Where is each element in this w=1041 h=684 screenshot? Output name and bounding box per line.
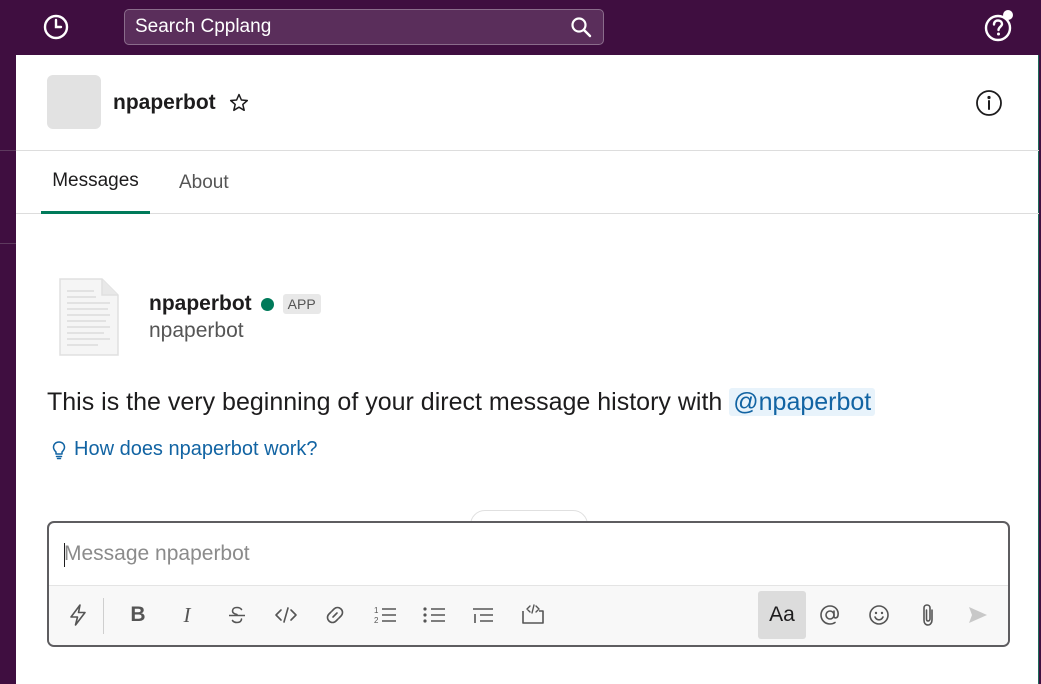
tab-about[interactable]: About	[179, 151, 229, 214]
bulleted-list-icon	[423, 607, 445, 623]
bot-name-row: npaperbot APP	[149, 292, 321, 316]
notification-dot	[1003, 10, 1013, 20]
bot-name[interactable]: npaperbot	[149, 292, 252, 316]
link-icon	[326, 606, 344, 624]
channel-name[interactable]: npaperbot	[113, 91, 216, 115]
italic-icon: I	[183, 602, 191, 627]
bulleted-list-button[interactable]	[411, 591, 457, 639]
sidebar-divider	[0, 243, 16, 244]
sidebar-divider	[0, 150, 16, 151]
history-icon	[43, 14, 69, 40]
block-quote-icon	[473, 608, 493, 623]
code-block-icon	[522, 604, 544, 624]
mention-icon	[820, 605, 839, 625]
conversation-panel: npaperbot Messages About npaperbot APP n…	[16, 55, 1039, 684]
app-badge: APP	[282, 294, 321, 314]
svg-text:2: 2	[374, 616, 379, 625]
send-button[interactable]	[955, 591, 1001, 639]
channel-header: npaperbot	[16, 55, 1039, 151]
bold-icon: B	[130, 603, 146, 626]
help-button[interactable]	[980, 10, 1016, 44]
search-bar[interactable]: Search Cpplang	[124, 9, 604, 45]
bot-handle: npaperbot	[149, 319, 244, 342]
presence-indicator	[260, 297, 274, 311]
code-button[interactable]	[263, 591, 309, 639]
emoji-icon	[869, 605, 889, 625]
link-button[interactable]	[312, 591, 358, 639]
search-placeholder: Search Cpplang	[135, 16, 272, 37]
mention-button[interactable]	[807, 591, 853, 639]
how-does-it-work-link[interactable]: How does npaperbot work?	[50, 438, 317, 461]
conversation-intro: This is the very beginning of your direc…	[47, 388, 876, 417]
code-block-button[interactable]	[510, 591, 556, 639]
help-link-text: How does npaperbot work?	[74, 438, 318, 460]
ordered-list-button[interactable]: 12	[362, 591, 408, 639]
star-icon[interactable]	[228, 92, 250, 114]
send-icon	[969, 607, 987, 623]
message-input[interactable]	[49, 523, 1008, 585]
attachment-icon	[923, 604, 933, 626]
ordered-list-icon: 12	[374, 606, 396, 625]
attach-button[interactable]	[905, 591, 951, 639]
top-bar: Search Cpplang	[0, 0, 1041, 55]
block-quote-button[interactable]	[460, 591, 506, 639]
intro-text: This is the very beginning of your direc…	[47, 388, 730, 416]
shortcuts-button[interactable]	[55, 591, 101, 639]
bot-avatar[interactable]	[47, 75, 101, 129]
message-composer: B I 12	[47, 521, 1010, 647]
text-cursor	[64, 543, 65, 567]
formatting-toggle-button[interactable]: Aa	[758, 591, 806, 639]
code-icon	[275, 607, 297, 623]
info-icon[interactable]	[974, 88, 1004, 118]
svg-text:1: 1	[374, 606, 379, 615]
emoji-button[interactable]	[856, 591, 902, 639]
tab-messages[interactable]: Messages	[41, 151, 150, 214]
formatting-toolbar: B I 12 Aa	[49, 585, 1008, 645]
italic-button[interactable]: I	[164, 591, 210, 639]
tab-bar: Messages About	[16, 151, 1039, 214]
document-icon	[59, 278, 119, 356]
search-icon	[569, 15, 593, 39]
sidebar	[0, 55, 16, 684]
shortcuts-icon	[70, 604, 86, 626]
history-button[interactable]	[38, 10, 74, 44]
bold-button[interactable]: B	[115, 591, 161, 639]
bot-mention[interactable]: @npaperbot	[729, 388, 876, 416]
strikethrough-button[interactable]	[214, 591, 260, 639]
strikethrough-icon	[229, 606, 245, 624]
lightbulb-icon	[52, 440, 66, 459]
toolbar-divider	[103, 598, 104, 634]
